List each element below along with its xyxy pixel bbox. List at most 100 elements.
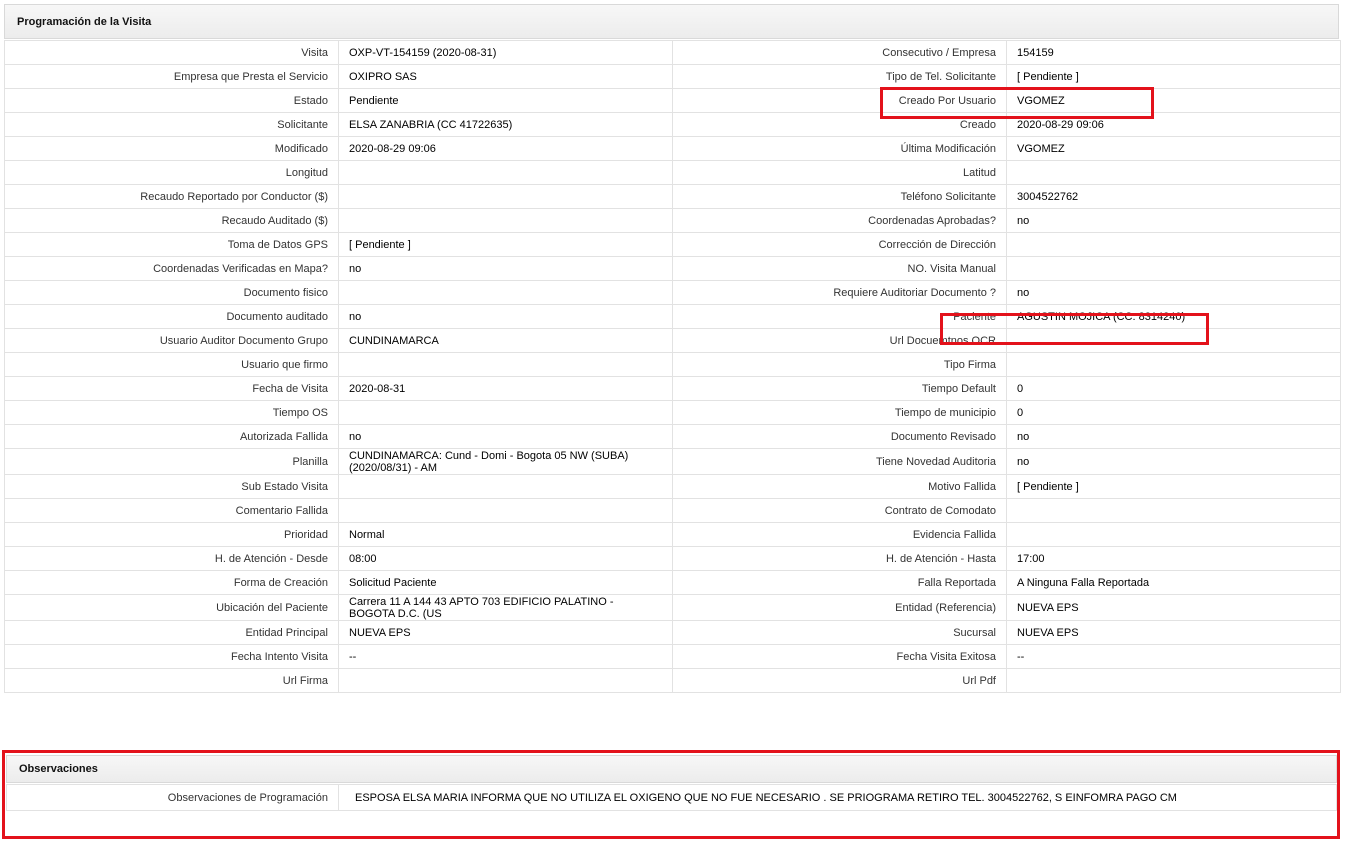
field-value: CUNDINAMARCA: Cund - Domi - Bogota 05 NW… [338,448,673,475]
field-value: AGUSTIN MOJICA (CC: 8314240) [1006,304,1341,329]
field-label: Tiene Novedad Auditoria [672,448,1007,475]
field-value: 0 [1006,400,1341,425]
field-label: Fecha de Visita [4,376,339,401]
field-label: Documento fisico [4,280,339,305]
field-value [338,184,673,209]
field-value: 2020-08-29 09:06 [338,136,673,161]
field-label: Toma de Datos GPS [4,232,339,257]
field-label: Última Modificación [672,136,1007,161]
field-label: Autorizada Fallida [4,424,339,449]
field-value [1006,352,1341,377]
field-value [1006,668,1341,693]
field-value: 3004522762 [1006,184,1341,209]
field-value: OXIPRO SAS [338,64,673,89]
field-value [338,498,673,523]
field-label: Tipo de Tel. Solicitante [672,64,1007,89]
field-value [1006,232,1341,257]
field-label: Consecutivo / Empresa [672,40,1007,65]
field-value [1006,498,1341,523]
field-value [338,160,673,185]
field-value: Carrera 11 A 144 43 APTO 703 EDIFICIO PA… [338,594,673,621]
field-label: Sub Estado Visita [4,474,339,499]
table-row: Modificado 2020-08-29 09:06 Última Modific… [4,136,1341,161]
table-row: Planilla CUNDINAMARCA: Cund - Domi - Bogo… [4,448,1341,475]
field-label: Usuario Auditor Documento Grupo [4,328,339,353]
table-row: Recaudo Reportado por Conductor ($) Teléf… [4,184,1341,209]
field-value [338,208,673,233]
table-row: Autorizada Fallida no Documento Revisado … [4,424,1341,449]
field-value: -- [338,644,673,669]
field-label: Fecha Visita Exitosa [672,644,1007,669]
table-row: Url Firma Url Pdf [4,668,1341,693]
table-row: H. de Atención - Desde 08:00 H. de Atenció… [4,546,1341,571]
field-value [1006,328,1341,353]
table-row: Sub Estado Visita Motivo Fallida[ Pendien… [4,474,1341,499]
table-row: Usuario Auditor Documento Grupo CUNDINAMA… [4,328,1341,353]
observaciones-value: ESPOSA ELSA MARIA INFORMA QUE NO UTILIZA… [338,784,1337,811]
field-value: NUEVA EPS [1006,594,1341,621]
field-label: NO. Visita Manual [672,256,1007,281]
field-value: no [338,256,673,281]
field-label: Evidencia Fallida [672,522,1007,547]
field-label: H. de Atención - Hasta [672,546,1007,571]
field-label: Creado Por Usuario [672,88,1007,113]
table-row: Recaudo Auditado ($) Coordenadas Aprobada… [4,208,1341,233]
field-value: Normal [338,522,673,547]
field-label: Tiempo Default [672,376,1007,401]
table-row: Comentario Fallida Contrato de Comodato [4,498,1341,523]
field-value: CUNDINAMARCA [338,328,673,353]
field-value: no [1006,448,1341,475]
field-label: Usuario que firmo [4,352,339,377]
table-row: Estado Pendiente Creado Por Usuario VGOMEZ [4,88,1341,113]
table-row: Ubicación del Paciente Carrera 11 A 144 4… [4,594,1341,621]
table-row: Usuario que firmo Tipo Firma [4,352,1341,377]
field-label: Creado [672,112,1007,137]
field-label: Estado [4,88,339,113]
field-value [1006,522,1341,547]
field-label: Falla Reportada [672,570,1007,595]
table-row: Coordenadas Verificadas en Mapa? no NO. V… [4,256,1341,281]
table-row: Longitud Latitud [4,160,1341,185]
table-row: Fecha de Visita 2020-08-31 Tiempo Default… [4,376,1341,401]
table-row: Fecha Intento Visita -- Fecha Visita Exit… [4,644,1341,669]
field-label: Comentario Fallida [4,498,339,523]
field-label: Visita [4,40,339,65]
field-value: 154159 [1006,40,1341,65]
field-value: OXP-VT-154159 (2020-08-31) [338,40,673,65]
field-label: Teléfono Solicitante [672,184,1007,209]
field-value: [ Pendiente ] [1006,64,1341,89]
field-label: Corrección de Dirección [672,232,1007,257]
field-value: 2020-08-31 [338,376,673,401]
field-value: VGOMEZ [1006,88,1341,113]
field-value [338,474,673,499]
field-value: A Ninguna Falla Reportada [1006,570,1341,595]
field-value: no [1006,280,1341,305]
field-value [338,668,673,693]
field-label: Coordenadas Verificadas en Mapa? [4,256,339,281]
field-label: Tipo Firma [672,352,1007,377]
field-value: Pendiente [338,88,673,113]
field-value: [ Pendiente ] [338,232,673,257]
field-value: 2020-08-29 09:06 [1006,112,1341,137]
table-row: Empresa que Presta el Servicio OXIPRO SAS… [4,64,1341,89]
field-value: [ Pendiente ] [1006,474,1341,499]
field-label: Longitud [4,160,339,185]
field-label: Documento Revisado [672,424,1007,449]
field-value: NUEVA EPS [338,620,673,645]
field-label: Url Firma [4,668,339,693]
field-label: Ubicación del Paciente [4,594,339,621]
table-row: Documento auditado no Paciente AGUSTIN MOJ… [4,304,1341,329]
table-row: Visita OXP-VT-154159 (2020-08-31) Consecut… [4,40,1341,65]
field-label: Forma de Creación [4,570,339,595]
field-label: Recaudo Reportado por Conductor ($) [4,184,339,209]
field-value: NUEVA EPS [1006,620,1341,645]
table-row: Prioridad Normal Evidencia Fallida [4,522,1341,547]
table-row: Solicitante ELSA ZANABRIA (CC 41722635) Cr… [4,112,1341,137]
field-label: Documento auditado [4,304,339,329]
field-label: Modificado [4,136,339,161]
field-value: 08:00 [338,546,673,571]
field-label: Latitud [672,160,1007,185]
field-value: Solicitud Paciente [338,570,673,595]
field-label: Coordenadas Aprobadas? [672,208,1007,233]
table-row: Toma de Datos GPS[ Pendiente ] Corrección… [4,232,1341,257]
